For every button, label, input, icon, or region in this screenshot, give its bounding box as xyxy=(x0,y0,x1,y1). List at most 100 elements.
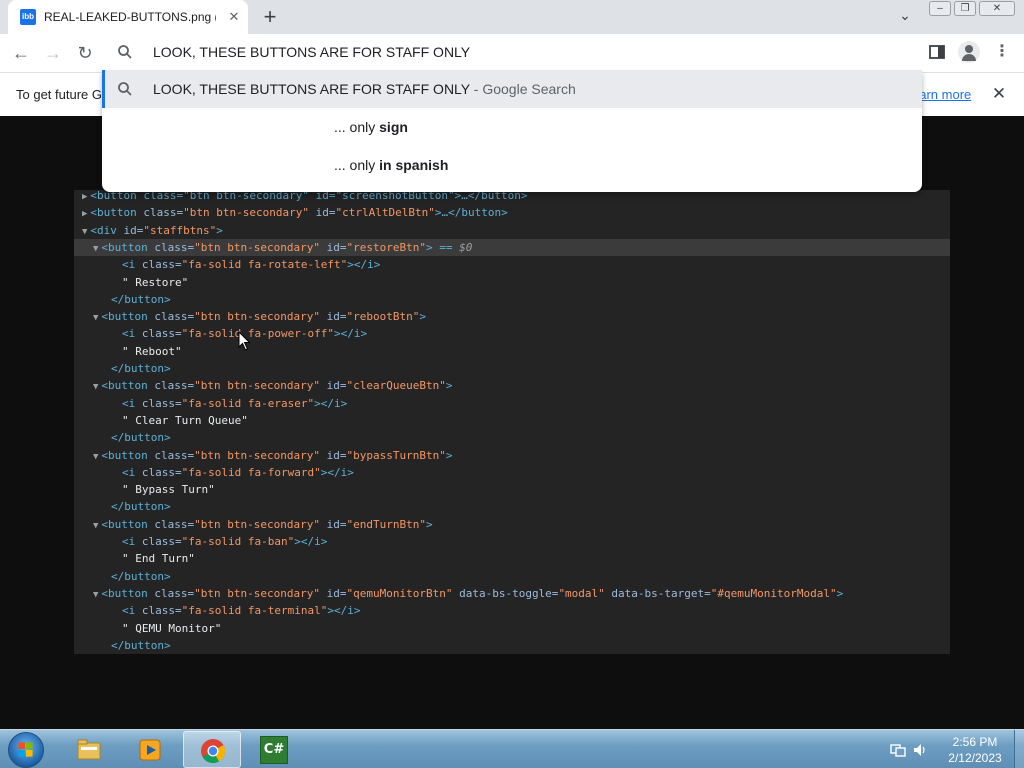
dom-node-line[interactable]: ▼ <button class="btn btn-secondary" id="r… xyxy=(93,308,426,325)
omnibox-input[interactable]: LOOK, THESE BUTTONS ARE FOR STAFF ONLY xyxy=(153,44,470,60)
back-button[interactable]: ← xyxy=(8,40,34,66)
clock-date[interactable]: 2/12/2023 xyxy=(940,751,1010,765)
browser-tab[interactable]: ibb REAL-LEAKED-BUTTONS.png (87 ✕ xyxy=(8,0,248,34)
expand-arrow-icon: ▼ xyxy=(93,589,99,600)
tag-open: <button xyxy=(101,517,155,531)
attr-name: class= xyxy=(141,535,182,548)
attr-value: "btn btn-secondary" xyxy=(194,448,320,462)
suggestion-item[interactable]: ... only in spanish xyxy=(334,157,448,173)
dom-node-line[interactable]: " QEMU Monitor" xyxy=(122,620,221,637)
attr-name: id= xyxy=(320,379,347,393)
dom-node-line[interactable]: ▼ <button class="btn btn-secondary" id="b… xyxy=(93,447,452,464)
windows-logo-icon xyxy=(18,742,33,757)
suggestion-search-text: LOOK, THESE BUTTONS ARE FOR STAFF ONLY -… xyxy=(153,81,576,97)
dom-node-line[interactable]: <i class="fa-solid fa-rotate-left"></i> xyxy=(122,256,380,273)
dom-node-line[interactable]: </button> xyxy=(111,360,171,377)
dom-node-line[interactable]: ▶ <button class="btn btn-secondary" id="c… xyxy=(82,204,508,221)
dom-node-line[interactable]: ▼ <button class="btn btn-secondary" id="e… xyxy=(93,516,433,533)
taskbar: C# 2:56 PM 2/12/2023 xyxy=(0,729,1024,768)
profile-body-icon xyxy=(962,54,976,61)
dom-node-line[interactable]: <i class="fa-solid fa-forward"></i> xyxy=(122,464,354,481)
expand-arrow-icon: ▼ xyxy=(93,520,99,531)
dom-node-line[interactable]: ▼ <button class="btn btn-secondary" id="q… xyxy=(93,585,843,602)
attr-name: class= xyxy=(154,586,195,600)
tag-close: > xyxy=(445,448,453,462)
tag-open: <button xyxy=(101,379,155,393)
text-node: " Clear Turn Queue" xyxy=(122,413,248,427)
tab-close-icon[interactable]: ✕ xyxy=(224,7,244,27)
dom-node-line[interactable]: <i class="fa-solid fa-terminal"></i> xyxy=(122,602,360,619)
dom-node-line[interactable]: " Restore" xyxy=(122,274,188,291)
omnibox-suggestions: LOOK, THESE BUTTONS ARE FOR STAFF ONLY -… xyxy=(102,70,922,192)
dom-node-line[interactable]: </button> xyxy=(111,568,171,585)
attr-value: "ctrlAltDelBtn" xyxy=(335,206,435,220)
tag-close: ></i> xyxy=(294,535,328,548)
dom-node-line[interactable]: ▼ <button class="btn btn-secondary" id="r… xyxy=(93,239,472,256)
devtools-elements-panel: ▶ <button class="btn btn-secondary" id="s… xyxy=(74,190,950,654)
dom-node-line[interactable]: " Reboot" xyxy=(122,343,182,360)
dom-node-line[interactable]: </button> xyxy=(111,429,171,446)
attr-value: "qemuMonitorBtn" xyxy=(346,586,453,600)
tab-strip: ibb REAL-LEAKED-BUTTONS.png (87 ✕ + ⌄ – … xyxy=(0,0,1024,34)
show-desktop-button[interactable] xyxy=(1014,730,1024,768)
expand-arrow-icon: ▼ xyxy=(93,382,99,393)
taskbar-csharp[interactable]: C# xyxy=(245,731,303,768)
dom-node-line[interactable]: " End Turn" xyxy=(122,550,195,567)
closing-tag: </button> xyxy=(111,638,171,652)
tab-title: REAL-LEAKED-BUTTONS.png (87 xyxy=(44,10,216,24)
forward-button[interactable]: → xyxy=(40,40,66,66)
tag-open: <button xyxy=(101,310,155,324)
window-close-button[interactable]: ✕ xyxy=(979,1,1015,16)
taskbar-explorer[interactable] xyxy=(60,731,118,768)
text-node: " Reboot" xyxy=(122,344,182,358)
dom-node-line[interactable]: </button> xyxy=(111,637,171,654)
attr-name: id= xyxy=(123,223,144,237)
dom-node-line[interactable]: " Bypass Turn" xyxy=(122,481,215,498)
tag-close: ></i> xyxy=(327,604,361,618)
dom-node-line[interactable]: ▶ <button class="btn btn-secondary" id="s… xyxy=(82,190,528,204)
omnibox[interactable]: LOOK, THESE BUTTONS ARE FOR STAFF ONLY xyxy=(102,34,922,70)
tag-close: > xyxy=(445,379,453,393)
search-icon xyxy=(118,82,132,96)
dom-node-line[interactable]: </button> xyxy=(111,498,171,515)
dom-node-line[interactable]: ▼ <button class="btn btn-secondary" id="c… xyxy=(93,377,452,394)
side-panel-icon[interactable] xyxy=(928,43,946,61)
dom-node-line[interactable]: ▼ <div id="staffbtns"> xyxy=(82,222,223,239)
mouse-cursor-icon xyxy=(238,331,251,351)
attr-value: "staffbtns" xyxy=(143,223,217,237)
folder-icon xyxy=(77,739,101,760)
tag-close: ></i> xyxy=(347,258,381,272)
new-tab-button[interactable]: + xyxy=(258,5,282,29)
attr-name: data-bs-target= xyxy=(604,586,711,600)
reload-button[interactable]: ↻ xyxy=(72,40,98,66)
attr-name: class= xyxy=(141,327,182,341)
maximize-button[interactable]: ❐ xyxy=(954,1,976,16)
tray-network-volume-icon[interactable] xyxy=(890,742,930,758)
tab-search-icon[interactable]: ⌄ xyxy=(893,7,917,27)
clock-time[interactable]: 2:56 PM xyxy=(940,735,1010,749)
attr-name: id= xyxy=(320,517,347,531)
attr-name: id= xyxy=(309,206,336,220)
info-bar-close-icon[interactable]: ✕ xyxy=(989,84,1009,104)
attr-value: "fa-solid fa-forward" xyxy=(181,465,321,479)
tag-close: > xyxy=(836,586,844,600)
attr-name: data-bs-toggle= xyxy=(452,586,559,600)
suggestion-search[interactable]: LOOK, THESE BUTTONS ARE FOR STAFF ONLY -… xyxy=(102,70,922,108)
attr-value: "bypassTurnBtn" xyxy=(346,448,446,462)
attr-value: "btn btn-secondary" xyxy=(194,310,320,324)
tag-open: <i xyxy=(122,465,142,479)
dom-node-line[interactable]: " Clear Turn Queue" xyxy=(122,412,248,429)
closing-tag: </button> xyxy=(111,500,171,514)
taskbar-chrome[interactable] xyxy=(183,731,241,768)
dom-node-line[interactable]: </button> xyxy=(111,291,171,308)
dom-node-line[interactable]: <i class="fa-solid fa-eraser"></i> xyxy=(122,395,347,412)
tag-open: <button xyxy=(101,586,155,600)
minimize-button[interactable]: – xyxy=(929,1,951,16)
chrome-menu-button[interactable]: ⋮ xyxy=(994,41,1010,63)
profile-avatar[interactable] xyxy=(958,41,980,63)
start-button[interactable] xyxy=(8,732,44,768)
suggestion-item[interactable]: ... only sign xyxy=(334,119,408,135)
dom-node-line[interactable]: <i class="fa-solid fa-ban"></i> xyxy=(122,533,327,550)
taskbar-media-player[interactable] xyxy=(121,731,179,768)
attr-value: "btn btn-secondary" xyxy=(194,240,320,254)
